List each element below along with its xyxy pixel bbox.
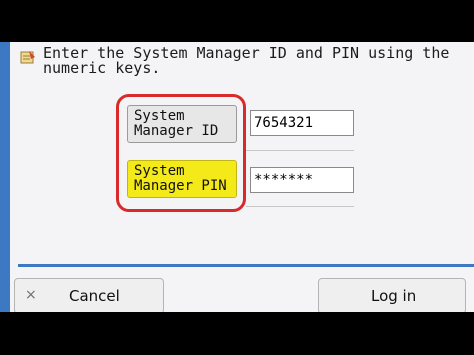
system-manager-id-field[interactable]: 7654321 [250,110,354,136]
note-icon [20,51,35,64]
login-screen: Enter the System Manager ID and PIN usin… [0,42,474,312]
log-in-button[interactable]: Log in [318,278,466,312]
cancel-button[interactable]: × Cancel [14,278,164,312]
instruction-text: Enter the System Manager ID and PIN usin… [43,44,450,77]
highlight-ring [116,94,246,212]
log-in-button-label: Log in [371,287,417,305]
close-icon: × [25,287,37,303]
left-accent-bar [0,42,10,312]
divider [246,150,354,151]
cancel-button-label: Cancel [69,287,120,305]
divider [246,206,354,207]
system-manager-pin-field[interactable]: ******* [250,167,354,193]
button-bar-divider [18,264,474,267]
